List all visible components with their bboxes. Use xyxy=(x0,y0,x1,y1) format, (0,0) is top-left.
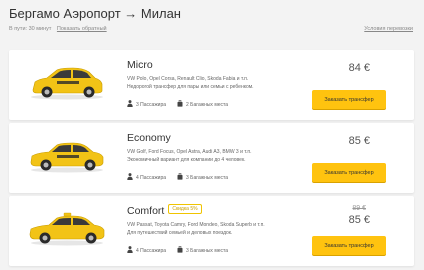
class-description: Для путешествий семьей и деловых поездок… xyxy=(127,230,233,236)
order-transfer-button[interactable]: Заказать трансфер xyxy=(312,163,386,182)
car-image xyxy=(27,64,107,100)
suitcase-icon xyxy=(177,246,183,255)
class-description: Недорогой трансфер для пары или семьи с … xyxy=(127,84,254,90)
terms-link[interactable]: Условия перевозки xyxy=(364,26,413,32)
passengers-capacity: 4 Пассажира xyxy=(127,246,166,255)
price: 84 € xyxy=(348,62,370,74)
price: 85 € xyxy=(348,214,370,226)
sedan-car-icon xyxy=(30,142,104,173)
person-icon xyxy=(127,246,133,255)
old-price: 89 € xyxy=(352,205,366,212)
car-models: VW Golf, Ford Focus, Opel Astra, Audi A3… xyxy=(127,149,252,155)
suitcase-icon xyxy=(177,100,183,109)
suitcase-icon xyxy=(177,173,183,182)
discount-badge: Скидка 5% xyxy=(168,204,202,215)
car-models: VW Polo, Opel Corsa, Renault Clio, Skoda… xyxy=(127,76,249,82)
class-name: Comfort Скидка 5% xyxy=(127,204,202,217)
trip-info: В пути: 30 минут Показать обратный xyxy=(9,26,107,32)
order-transfer-button[interactable]: Заказать трансфер xyxy=(312,90,386,109)
car-models: VW Passat, Toyota Camry, Ford Mondeo, Sk… xyxy=(127,222,265,228)
person-icon xyxy=(127,173,133,182)
luggage-capacity: 3 Багажных места xyxy=(177,246,228,255)
price: 85 € xyxy=(348,135,370,147)
luggage-capacity: 2 Багажных места xyxy=(177,100,228,109)
luggage-capacity: 3 Багажных места xyxy=(177,173,228,182)
offer-card-micro: Micro VW Polo, Opel Corsa, Renault Clio,… xyxy=(9,50,414,120)
class-name: Micro xyxy=(127,59,153,71)
trip-duration: В пути: 30 минут xyxy=(9,26,52,32)
passengers-capacity: 3 Пассажира xyxy=(127,100,166,109)
reverse-route-link[interactable]: Показать обратный xyxy=(57,26,107,32)
order-transfer-button[interactable]: Заказать трансфер xyxy=(312,236,386,255)
car-image xyxy=(27,137,107,173)
class-description: Экономичный вариант для компании до 4 че… xyxy=(127,157,246,163)
passengers-capacity: 4 Пассажира xyxy=(127,173,166,182)
car-image xyxy=(27,210,107,246)
page-title: Бергамо Аэропорт → Милан xyxy=(9,6,181,21)
hatchback-car-icon xyxy=(31,67,103,100)
person-icon xyxy=(127,100,133,109)
class-name: Economy xyxy=(127,132,171,144)
offer-card-comfort: Comfort Скидка 5% VW Passat, Toyota Camry… xyxy=(9,196,414,266)
sedan-car-icon xyxy=(29,212,105,246)
offer-card-economy: Economy VW Golf, Ford Focus, Opel Astra,… xyxy=(9,123,414,193)
